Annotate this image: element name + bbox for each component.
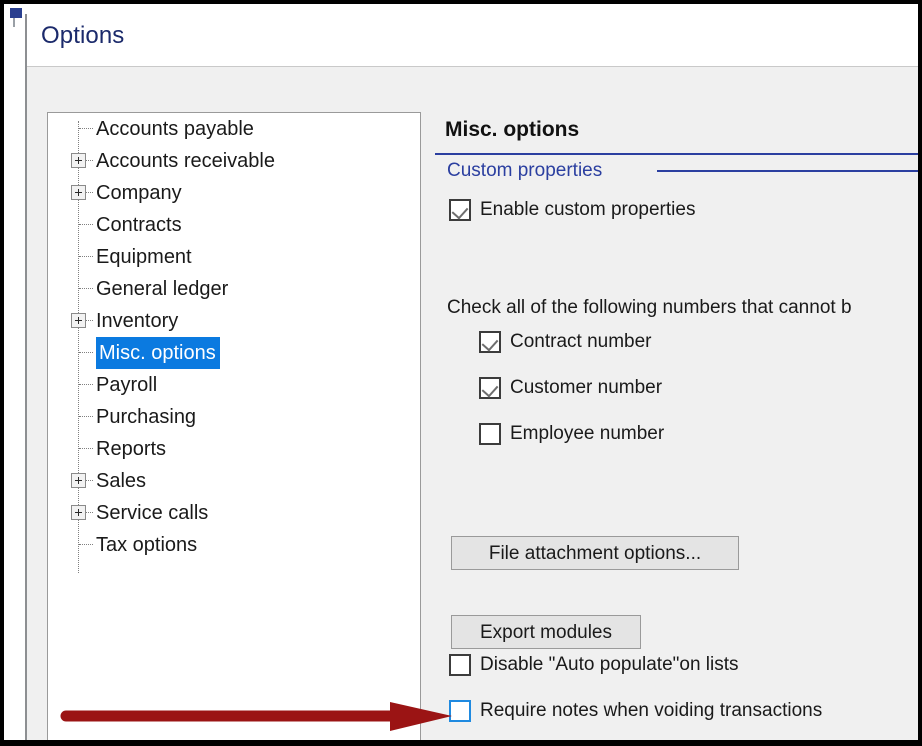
customer-number-label: Customer number: [510, 377, 663, 398]
tree-expand-icon[interactable]: [71, 505, 86, 520]
tree-item-accounts-payable[interactable]: Accounts payable: [48, 113, 420, 145]
tree-expand-icon[interactable]: [71, 185, 86, 200]
options-category-tree[interactable]: Accounts payable Accounts receivable Compa…: [47, 112, 421, 740]
tree-elbow-line: [79, 544, 93, 545]
tree-item-label: Accounts receivable: [96, 150, 275, 172]
tree-item-label: Sales: [96, 470, 147, 492]
require-notes-checkbox[interactable]: [449, 700, 471, 722]
dialog-body: Accounts payable Accounts receivable Compa…: [27, 67, 918, 740]
tree-item-label: Accounts payable: [96, 118, 254, 140]
tree-item-equipment[interactable]: Equipment: [48, 241, 420, 273]
custom-properties-group-rule: [657, 170, 918, 172]
window-title-bar: Options: [27, 10, 918, 66]
misc-options-pane: Misc. options Custom properties Enable c…: [435, 112, 918, 740]
numbers-instruction-text: Check all of the following numbers that …: [447, 297, 852, 318]
pane-title: Misc. options: [445, 118, 580, 141]
tree-item-tax-options[interactable]: Tax options: [48, 529, 420, 561]
tree-elbow-line: [79, 256, 93, 257]
tree-expand-icon[interactable]: [71, 473, 86, 488]
tree-elbow-line: [79, 128, 93, 129]
tree-elbow-line: [79, 416, 93, 417]
tree-elbow-line: [79, 352, 93, 353]
application-icon: [10, 8, 22, 18]
options-window: Options Accounts payable Accounts receiva…: [4, 4, 918, 740]
tree-item-label: Service calls: [96, 502, 209, 524]
employee-number-checkbox[interactable]: [479, 423, 501, 445]
tree-item-label: Reports: [96, 438, 167, 460]
tree-item-general-ledger[interactable]: General ledger: [48, 273, 420, 305]
tree-item-label: Company: [96, 182, 182, 204]
customer-number-checkbox[interactable]: [479, 377, 501, 399]
screenshot-root: Options Accounts payable Accounts receiva…: [0, 0, 922, 746]
tree-item-sales[interactable]: Sales: [48, 465, 420, 497]
tree-item-label: Equipment: [96, 246, 192, 268]
tree-item-contracts[interactable]: Contracts: [48, 209, 420, 241]
disable-auto-populate-checkbox[interactable]: [449, 654, 471, 676]
tree-item-payroll[interactable]: Payroll: [48, 369, 420, 401]
tree-item-purchasing[interactable]: Purchasing: [48, 401, 420, 433]
tree-elbow-line: [79, 224, 93, 225]
tree-item-inventory[interactable]: Inventory: [48, 305, 420, 337]
tree-item-label: Payroll: [96, 374, 158, 396]
contract-number-label: Contract number: [510, 331, 652, 352]
enable-custom-properties-checkbox[interactable]: [449, 199, 471, 221]
tree-item-company[interactable]: Company: [48, 177, 420, 209]
pane-title-divider: [435, 153, 918, 155]
export-modules-button[interactable]: Export modules: [451, 615, 641, 649]
file-attachment-options-button[interactable]: File attachment options...: [451, 536, 739, 570]
tree-item-reports[interactable]: Reports: [48, 433, 420, 465]
tree-item-label: Misc. options: [96, 337, 220, 369]
tree-item-label: Tax options: [96, 534, 198, 556]
application-icon-stem: [13, 18, 15, 27]
employee-number-label: Employee number: [510, 423, 665, 444]
tree-item-label: Purchasing: [96, 406, 197, 428]
page-title: Options: [41, 22, 125, 49]
tree-elbow-line: [79, 384, 93, 385]
tree-item-service-calls[interactable]: Service calls: [48, 497, 420, 529]
require-notes-label: Require notes when voiding transactions: [480, 700, 823, 721]
enable-custom-properties-label: Enable custom properties: [480, 199, 696, 220]
tree-elbow-line: [79, 288, 93, 289]
custom-properties-group-label: Custom properties: [447, 160, 603, 181]
disable-auto-populate-label: Disable "Auto populate"on lists: [480, 654, 739, 675]
contract-number-checkbox[interactable]: [479, 331, 501, 353]
tree-item-label: General ledger: [96, 278, 229, 300]
tree-elbow-line: [79, 448, 93, 449]
tree-expand-icon[interactable]: [71, 313, 86, 328]
tree-item-accounts-receivable[interactable]: Accounts receivable: [48, 145, 420, 177]
tree-item-list: Accounts payable Accounts receivable Compa…: [48, 113, 420, 561]
tree-item-label: Contracts: [96, 214, 182, 236]
tree-expand-icon[interactable]: [71, 153, 86, 168]
tree-item-misc-options[interactable]: Misc. options: [48, 337, 420, 369]
tree-item-label: Inventory: [96, 310, 179, 332]
